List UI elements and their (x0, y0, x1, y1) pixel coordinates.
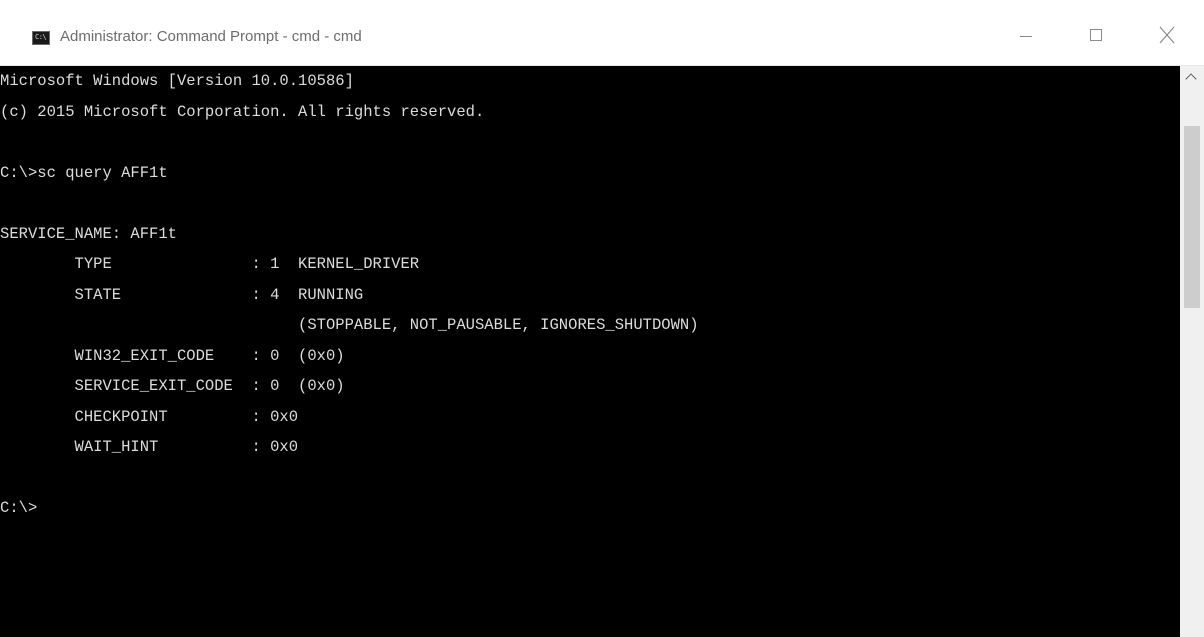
console-line: WAIT_HINT : 0x0 (0, 438, 299, 456)
console-output[interactable]: Microsoft Windows [Version 10.0.10586] (… (0, 66, 1180, 637)
minimize-icon (1020, 36, 1032, 37)
vertical-scrollbar[interactable] (1180, 66, 1204, 637)
chevron-up-icon (1185, 73, 1197, 85)
console-prompt-line[interactable]: C:\> (0, 493, 699, 524)
maximize-button[interactable] (1074, 14, 1120, 60)
close-icon (1159, 26, 1175, 44)
console-line: C:\>sc query AFF1t (0, 163, 168, 182)
command-prompt-window: C:\ Administrator: Command Prompt - cmd … (0, 0, 1204, 637)
console-line: (c) 2015 Microsoft Corporation. All righ… (0, 102, 485, 121)
close-button[interactable] (1144, 14, 1190, 60)
console-line: TYPE : 1 KERNEL_DRIVER (0, 255, 420, 273)
maximize-icon (1090, 29, 1102, 41)
console-line: WIN32_EXIT_CODE : 0 (0x0) (0, 346, 345, 365)
console-line: SERVICE_EXIT_CODE : 0 (0x0) (0, 377, 345, 395)
console-line: Microsoft Windows [Version 10.0.10586] (0, 72, 354, 90)
console-line: STATE : 4 RUNNING (0, 285, 364, 304)
console-line: CHECKPOINT : 0x0 (0, 407, 299, 426)
console-line: (STOPPABLE, NOT_PAUSABLE, IGNORES_SHUTDO… (0, 316, 699, 334)
window-title: Administrator: Command Prompt - cmd - cm… (60, 28, 362, 45)
minimize-button[interactable] (1004, 14, 1050, 60)
app-icon-label: C:\ (35, 33, 47, 41)
console-lines: Microsoft Windows [Version 10.0.10586] (… (0, 66, 720, 524)
scrollbar-thumb[interactable] (1184, 126, 1200, 308)
scroll-up-button[interactable] (1180, 66, 1204, 88)
cmd-app-icon[interactable]: C:\ (32, 31, 50, 45)
console-line: SERVICE_NAME: AFF1t (0, 224, 177, 243)
title-bar[interactable]: C:\ Administrator: Command Prompt - cmd … (0, 0, 1204, 66)
